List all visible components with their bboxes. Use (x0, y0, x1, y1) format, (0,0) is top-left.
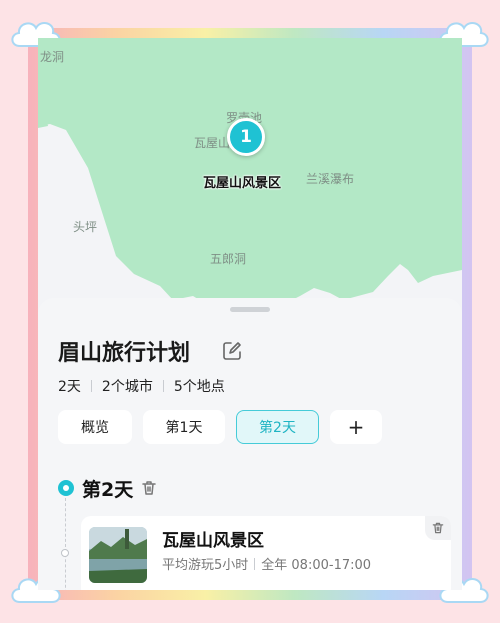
app-screen: 龙洞 罗壶池 瓦屋山宫 兰溪瀑布 头坪 五郎洞 1 瓦屋山风景区 眉山旅行计划 … (38, 38, 462, 590)
day-title: 第2天 (82, 479, 134, 501)
place-card[interactable]: 瓦屋山风景区 平均游玩5小时 全年 08:00-17:00 (81, 516, 451, 590)
trash-icon (432, 522, 444, 534)
map-label-lanxi: 兰溪瀑布 (306, 172, 355, 186)
map-label-wulangdong: 五郎洞 (210, 252, 247, 266)
stat-places: 5个地点 (173, 379, 225, 395)
delete-day-icon[interactable] (140, 479, 158, 497)
divider (254, 557, 256, 570)
place-meta: 平均游玩5小时 全年 08:00-17:00 (162, 554, 371, 573)
divider (162, 380, 164, 392)
day-tabs: 概览 第1天 第2天 + (58, 410, 393, 444)
map-view[interactable]: 龙洞 罗壶池 瓦屋山宫 兰溪瀑布 头坪 五郎洞 1 瓦屋山风景区 (38, 38, 462, 338)
timeline-day-dot (58, 480, 74, 496)
bottom-sheet: 眉山旅行计划 2天 2个城市 5个地点 概览 第1天 第2天 + 第2天 瓦屋山… (38, 298, 462, 590)
timeline-item-dot (61, 549, 69, 557)
place-duration: 平均游玩5小时 (162, 558, 249, 573)
place-thumbnail (89, 527, 147, 583)
plan-title: 眉山旅行计划 (58, 341, 191, 366)
map-label-touping: 头坪 (73, 220, 98, 234)
place-name: 瓦屋山风景区 (162, 531, 264, 551)
delete-place-button[interactable] (425, 516, 451, 540)
plan-stats: 2天 2个城市 5个地点 (58, 376, 225, 396)
drag-handle[interactable] (230, 307, 270, 312)
stat-days: 2天 (58, 379, 81, 395)
map-pin-marker[interactable]: 1 (227, 118, 265, 156)
tab-day1[interactable]: 第1天 (143, 410, 225, 444)
stat-cities: 2个城市 (101, 379, 153, 395)
edit-icon[interactable] (221, 340, 243, 362)
tab-overview[interactable]: 概览 (58, 410, 132, 444)
place-hours: 全年 08:00-17:00 (261, 558, 372, 573)
map-pin-label[interactable]: 瓦屋山风景区 (203, 172, 281, 191)
tab-day2[interactable]: 第2天 (236, 410, 319, 444)
add-day-button[interactable]: + (330, 410, 382, 444)
timeline-line (65, 498, 66, 590)
divider (90, 380, 92, 392)
map-label-longdong: 龙洞 (40, 50, 65, 64)
